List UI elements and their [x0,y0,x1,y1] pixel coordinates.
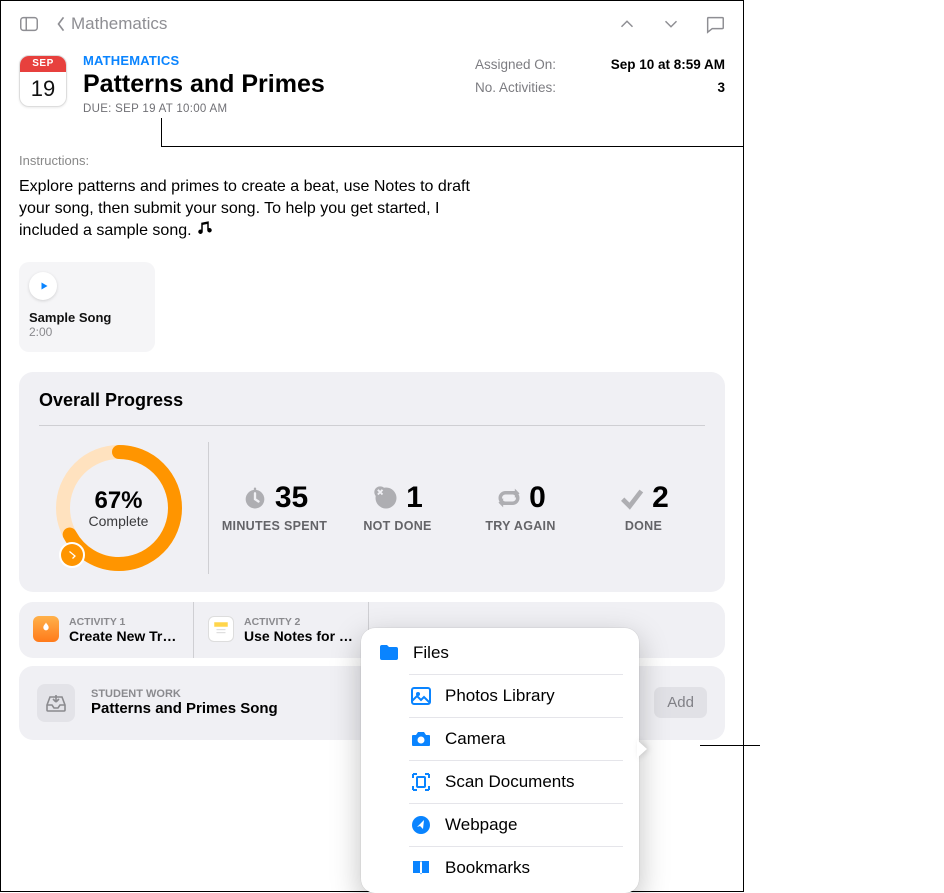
subject-label: MATHEMATICS [83,53,459,68]
progress-percent-label: Complete [89,513,149,529]
student-work-name: Patterns and Primes Song [91,700,278,717]
chevron-up-icon[interactable] [611,8,643,40]
progress-donut: 67% Complete [53,442,185,574]
progress-percent: 67% [94,487,142,515]
sidebar-toggle-icon[interactable] [13,8,45,40]
assigned-on-label: Assigned On: [475,57,556,72]
popover-item-camera[interactable]: Camera [409,717,623,760]
add-button[interactable]: Add [654,687,707,718]
metric-not-done: 1 NOT DONE [336,483,459,533]
overall-progress-title: Overall Progress [39,390,705,426]
metric-minutes-spent: 35 MINUTES SPENT [213,483,336,533]
back-label: Mathematics [71,14,167,34]
callout-line [700,745,760,746]
activity-1[interactable]: ACTIVITY 1 Create New Tra… [19,602,194,658]
calendar-month: SEP [20,56,66,72]
chevron-down-icon[interactable] [655,8,687,40]
overall-progress-card: Overall Progress 67% Complete [19,372,725,592]
checkmark-icon [618,484,646,512]
instructions-label: Instructions: [19,153,725,168]
popover-item-photos[interactable]: Photos Library [409,674,623,717]
clock-icon [241,484,269,512]
music-note-icon [196,219,214,237]
instructions-body: Explore patterns and primes to create a … [19,176,479,242]
popover-item-webpage[interactable]: Webpage [409,803,623,846]
activity-2-sub: ACTIVITY 2 [244,616,354,628]
calendar-icon: SEP 19 [19,55,67,107]
attachment-sample-song[interactable]: Sample Song 2:00 [19,262,155,352]
notes-icon [208,616,234,642]
activity-2-name: Use Notes for 3… [244,628,354,644]
callout-line [161,118,162,146]
callout-line [161,146,744,147]
popover-item-files[interactable]: Files [361,632,639,674]
retry-icon [495,484,523,512]
add-source-popover: Files Photos Library Camera Scan Documen… [361,628,639,893]
inbox-icon [37,684,75,722]
garageband-icon [33,616,59,642]
activity-1-name: Create New Tra… [69,628,179,644]
play-icon[interactable] [29,272,57,300]
progress-check-icon [59,542,85,568]
metric-try-again: 0 TRY AGAIN [459,483,582,533]
comment-icon[interactable] [699,8,731,40]
back-button[interactable]: Mathematics [53,14,167,34]
calendar-day: 19 [20,72,66,106]
activities-count-label: No. Activities: [475,80,556,95]
metric-done: 2 DONE [582,483,705,533]
page-title: Patterns and Primes [83,70,459,99]
due-label: DUE: SEP 19 AT 10:00 AM [83,103,459,115]
popover-item-bookmarks[interactable]: Bookmarks [409,846,623,889]
not-done-icon [372,484,400,512]
student-work-sub: STUDENT WORK [91,688,278,700]
attachment-duration: 2:00 [29,325,145,339]
assigned-on-value: Sep 10 at 8:59 AM [611,57,725,72]
attachment-title: Sample Song [29,310,145,325]
activities-count-value: 3 [717,80,725,95]
popover-item-scan-documents[interactable]: Scan Documents [409,760,623,803]
activity-2[interactable]: ACTIVITY 2 Use Notes for 3… [194,602,369,658]
activity-1-sub: ACTIVITY 1 [69,616,179,628]
